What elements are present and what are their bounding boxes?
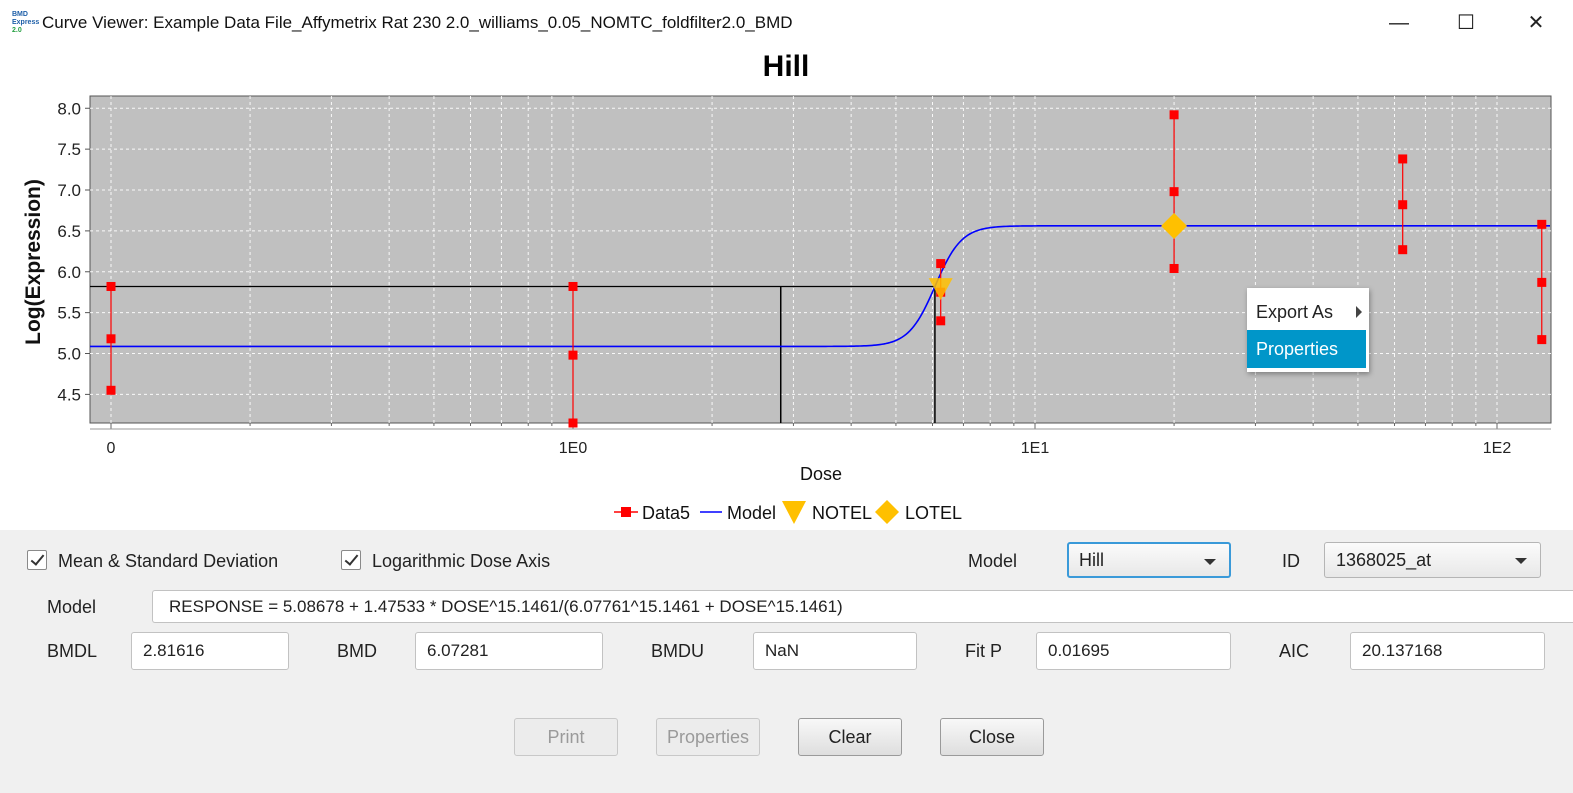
- menu-item-export-as[interactable]: Export As: [1247, 293, 1366, 331]
- log-dose-axis-checkbox[interactable]: [341, 550, 361, 570]
- model-equation-label: Model: [47, 597, 97, 617]
- y-axis-label: Log(Expression): [22, 179, 45, 345]
- model-equation-field[interactable]: RESPONSE = 5.08678 + 1.47533 * DOSE^15.1…: [152, 590, 1573, 623]
- fit-p-label: Fit P: [965, 641, 1003, 661]
- data-point: [1537, 277, 1547, 287]
- bmdl-label: BMDL: [47, 641, 98, 661]
- data-point: [568, 418, 578, 428]
- data-point: [568, 281, 578, 291]
- window-titlebar: BMD Express 2.0 Curve Viewer: Example Da…: [0, 0, 1573, 46]
- plot-background: [89, 95, 1552, 424]
- data-point: [936, 259, 946, 269]
- id-select-label: ID: [1282, 551, 1300, 571]
- aic-field[interactable]: 20.137168: [1350, 632, 1545, 670]
- id-select[interactable]: 1368025_at: [1324, 542, 1541, 578]
- bmdu-label: BMDU: [651, 641, 704, 661]
- legend-notel-label: NOTEL: [812, 503, 872, 523]
- aic-label: AIC: [1279, 641, 1310, 661]
- data-point: [1398, 245, 1408, 255]
- y-tick-label: 7.0: [57, 181, 81, 200]
- bmdl-field[interactable]: 2.81616: [131, 632, 289, 670]
- y-tick-label: 6.0: [57, 263, 81, 282]
- menu-item-properties-label: Properties: [1256, 339, 1339, 359]
- data-point: [1169, 263, 1179, 273]
- data-point: [1169, 110, 1179, 120]
- chevron-down-icon: [1204, 559, 1216, 565]
- x-tick-label: 1E2: [1483, 440, 1512, 457]
- data-point: [1169, 187, 1179, 197]
- x-tick-label: 1E1: [1021, 440, 1050, 457]
- menu-item-export-as-label: Export As: [1256, 302, 1334, 322]
- data-point: [1398, 154, 1408, 164]
- minimize-button[interactable]: —: [1376, 6, 1422, 40]
- model-select-label: Model: [968, 551, 1018, 571]
- legend-notel-swatch: [782, 501, 806, 524]
- properties-button[interactable]: Properties: [656, 718, 760, 756]
- data-point: [936, 316, 946, 326]
- model-select[interactable]: Hill: [1067, 542, 1231, 578]
- x-axis-ticks: 0 1E0 1E1 1E2: [90, 423, 1551, 457]
- y-tick-label: 4.5: [57, 385, 81, 404]
- x-tick-label: 0: [107, 440, 116, 457]
- close-button[interactable]: Close: [940, 718, 1044, 756]
- legend-data-label: Data5: [642, 503, 690, 523]
- chart-legend: Data5 Model NOTEL LOTEL: [614, 500, 962, 524]
- y-axis-ticks: 8.0 7.5 7.0 6.5 6.0 5.5 5.0 4.5: [57, 99, 90, 404]
- print-button[interactable]: Print: [514, 718, 618, 756]
- logo-text-version: 2.0: [12, 27, 22, 34]
- mean-sd-label: Mean & Standard Deviation: [58, 551, 279, 571]
- bmd-label: BMD: [337, 641, 377, 661]
- minimize-icon: —: [1389, 12, 1409, 34]
- data-point: [568, 350, 578, 360]
- maximize-icon: ☐: [1457, 12, 1475, 34]
- bmd-field[interactable]: 6.07281: [415, 632, 603, 670]
- data-point: [1537, 219, 1547, 229]
- legend-data-swatch: [621, 507, 631, 517]
- fit-p-field[interactable]: 0.01695: [1036, 632, 1231, 670]
- legend-lotel-label: LOTEL: [905, 503, 962, 523]
- x-tick-label: 1E0: [559, 440, 588, 457]
- window-title: Curve Viewer: Example Data File_Affymetr…: [42, 13, 793, 32]
- chevron-down-icon: [1515, 558, 1527, 564]
- log-dose-axis-label: Logarithmic Dose Axis: [372, 551, 551, 571]
- data-point: [106, 334, 116, 344]
- y-tick-label: 7.5: [57, 140, 81, 159]
- legend-lotel-swatch: [875, 500, 899, 524]
- y-tick-label: 8.0: [57, 99, 81, 118]
- bmdu-field[interactable]: NaN: [753, 632, 917, 670]
- close-window-button[interactable]: ✕: [1513, 6, 1559, 40]
- legend-model-label: Model: [727, 503, 776, 523]
- logo-text-express: Express: [12, 19, 40, 26]
- chart-context-menu: Export As Properties: [1247, 288, 1369, 372]
- id-select-value: 1368025_at: [1336, 550, 1432, 570]
- data-point: [106, 385, 116, 395]
- clear-button[interactable]: Clear: [798, 718, 902, 756]
- mean-sd-checkbox[interactable]: [27, 550, 47, 570]
- chart-title: Hill: [763, 50, 810, 83]
- menu-item-properties[interactable]: Properties: [1247, 330, 1366, 368]
- bmd-express-logo-icon: BMD Express 2.0: [12, 11, 40, 35]
- y-tick-label: 5.5: [57, 304, 81, 323]
- data-point: [106, 281, 116, 291]
- y-tick-label: 6.5: [57, 222, 81, 241]
- maximize-button[interactable]: ☐: [1443, 6, 1489, 40]
- y-tick-label: 5.0: [57, 345, 81, 364]
- logo-text-bmd: BMD: [12, 11, 28, 18]
- model-select-value: Hill: [1079, 550, 1104, 570]
- data-point: [1398, 200, 1408, 210]
- data-point: [1537, 335, 1547, 345]
- close-icon: ✕: [1527, 12, 1545, 34]
- x-axis-label: Dose: [800, 464, 842, 484]
- submenu-arrow-icon: [1356, 306, 1362, 318]
